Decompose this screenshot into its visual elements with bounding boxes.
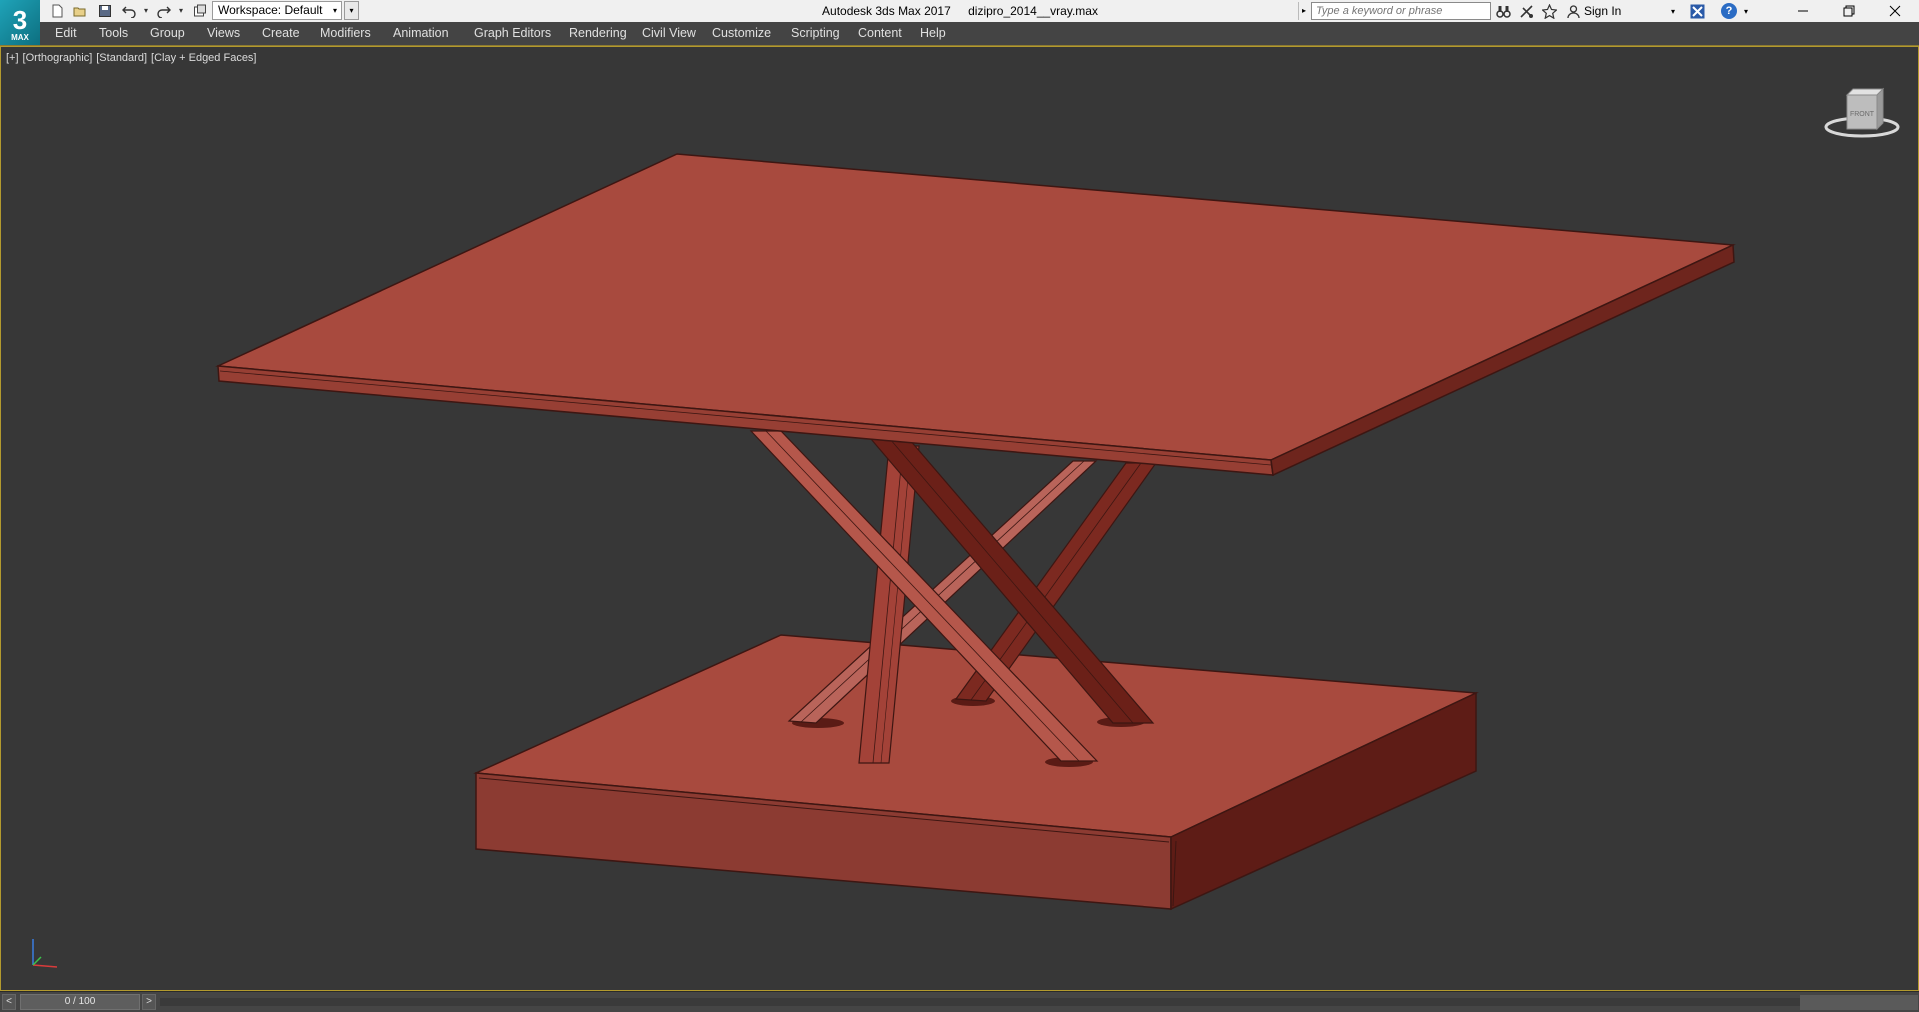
menu-modifiers[interactable]: Modifiers [320, 22, 371, 45]
app-logo-text: 3 [12, 5, 28, 35]
favorites-star-icon[interactable] [1540, 2, 1558, 20]
close-icon [1889, 5, 1901, 17]
menu-scripting[interactable]: Scripting [791, 22, 840, 45]
menu-group[interactable]: Group [150, 22, 185, 45]
new-file-icon[interactable] [48, 2, 66, 20]
redo-icon[interactable] [155, 2, 173, 20]
file-name: dizipro_2014__vray.max [968, 4, 1098, 18]
timeline-track[interactable] [160, 998, 1800, 1006]
menu-customize[interactable]: Customize [712, 22, 771, 45]
menu-animation[interactable]: Animation [393, 22, 449, 45]
timeline-scrollbar-thumb[interactable] [1800, 995, 1918, 1010]
workspace-label: Workspace: Default [218, 3, 323, 17]
open-file-icon[interactable] [71, 2, 89, 20]
menu-content[interactable]: Content [858, 22, 902, 45]
time-slider[interactable]: 0 / 100 [20, 994, 140, 1010]
previous-frame-button[interactable]: < [2, 994, 16, 1010]
help-icon[interactable]: ? [1721, 3, 1737, 19]
workspace-menu-button[interactable]: ▾ [344, 1, 359, 20]
save-icon[interactable] [96, 2, 114, 20]
minimize-icon [1798, 10, 1808, 12]
search-input[interactable] [1311, 2, 1491, 20]
sign-in-button[interactable]: Sign In [1567, 0, 1621, 22]
minimize-button[interactable] [1780, 0, 1826, 22]
project-folder-icon[interactable] [191, 2, 209, 20]
close-button[interactable] [1872, 0, 1918, 22]
undo-icon[interactable] [120, 2, 138, 20]
sign-in-label: Sign In [1584, 4, 1622, 18]
menu-bar: Edit Tools Group Views Create Modifiers … [0, 22, 1919, 46]
help-dropdown-icon[interactable]: ▾ [1744, 7, 1748, 16]
undo-dropdown-icon[interactable]: ▾ [142, 6, 150, 16]
timeline-bar: < 0 / 100 > [0, 991, 1919, 1012]
table-model[interactable] [1, 47, 1918, 990]
menu-civil-view[interactable]: Civil View [642, 22, 696, 45]
search-expand-icon[interactable]: ▸ [1298, 2, 1309, 20]
menu-rendering[interactable]: Rendering [569, 22, 627, 45]
menu-help[interactable]: Help [920, 22, 946, 45]
menu-edit[interactable]: Edit [55, 22, 77, 45]
restore-button[interactable] [1826, 0, 1872, 22]
app-name: Autodesk 3ds Max 2017 [822, 4, 951, 18]
menu-views[interactable]: Views [207, 22, 240, 45]
restore-icon [1843, 5, 1855, 17]
axis-tripod-icon [32, 939, 58, 968]
title-bar: 3 MAX ▾ ▾ Workspace: Default ▾ ▾ Autodes… [0, 0, 1919, 45]
viewcube-icon[interactable]: FRONT [1819, 83, 1905, 143]
menu-create[interactable]: Create [262, 22, 300, 45]
window-title: Autodesk 3ds Max 2017 dizipro_2014__vray… [620, 0, 1300, 22]
autodesk-exchange-icon[interactable] [1688, 2, 1706, 20]
perspective-viewport[interactable]: [+] [Orthographic] [Standard] [Clay + Edged… [0, 46, 1919, 991]
chevron-down-icon: ▾ [332, 6, 337, 15]
redo-dropdown-icon[interactable]: ▾ [177, 6, 185, 16]
binoculars-icon[interactable] [1494, 2, 1512, 20]
communication-center-icon[interactable] [1517, 2, 1535, 20]
menu-graph-editors[interactable]: Graph Editors [474, 22, 551, 45]
app-logo-subtext: MAX [11, 33, 29, 42]
workspace-dropdown[interactable]: Workspace: Default ▾ [212, 1, 342, 20]
app-window: 3 MAX ▾ ▾ Workspace: Default ▾ ▾ Autodes… [0, 0, 1919, 1012]
next-frame-button[interactable]: > [142, 994, 156, 1010]
sign-in-dropdown-icon[interactable]: ▾ [1671, 7, 1675, 16]
app-logo-button[interactable]: 3 MAX [0, 0, 40, 45]
menu-tools[interactable]: Tools [99, 22, 128, 45]
table-top [215, 153, 1736, 477]
user-icon [1567, 4, 1580, 18]
viewcube-face-label: FRONT [1850, 111, 1875, 118]
